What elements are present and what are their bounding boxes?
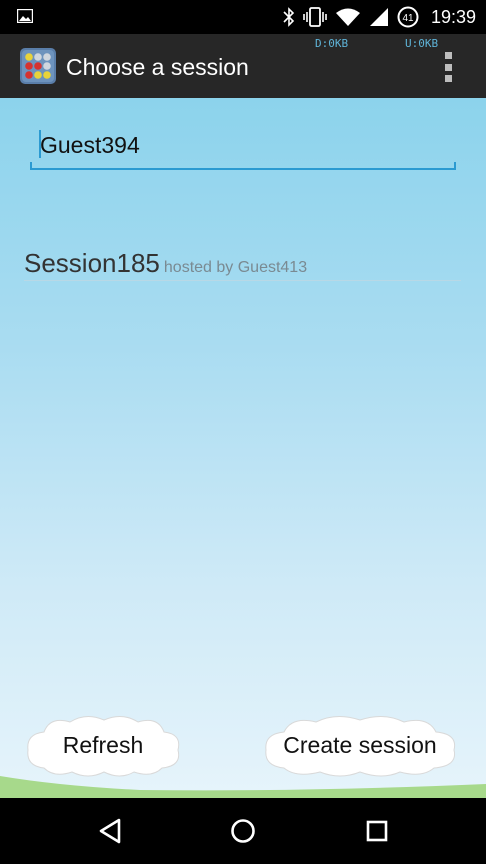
session-list-item[interactable]: Session185 hosted by Guest413	[24, 248, 461, 281]
status-bar: 41 19:39	[0, 0, 486, 34]
battery-level-text: 41	[402, 13, 414, 24]
app-icon[interactable]	[20, 48, 56, 84]
refresh-button-label: Refresh	[62, 731, 144, 758]
page-title: Choose a session	[66, 54, 249, 80]
image-notification-icon	[17, 9, 33, 23]
player-name-value: Guest394	[40, 132, 140, 158]
signal-icon	[369, 8, 388, 26]
recents-icon[interactable]	[362, 816, 392, 846]
bluetooth-icon	[283, 7, 295, 27]
action-bar: Choose a session D:0KB U:0KB	[0, 34, 486, 98]
session-host: hosted by Guest413	[163, 259, 308, 276]
session-name: Session185	[24, 248, 160, 278]
home-icon[interactable]	[228, 816, 258, 846]
create-session-button-label: Create session	[283, 731, 437, 758]
wifi-icon	[335, 8, 360, 26]
status-time: 19:39	[430, 6, 476, 27]
refresh-button[interactable]: Refresh	[24, 712, 182, 778]
navigation-bar	[0, 798, 486, 864]
session-chooser: Guest394 Session185 hosted by Guest413 Re…	[0, 98, 486, 798]
vibrate-icon	[303, 7, 327, 27]
overflow-menu-icon[interactable]	[443, 52, 453, 82]
back-icon[interactable]	[95, 816, 125, 846]
player-name-field[interactable]: Guest394	[30, 126, 456, 170]
create-session-button[interactable]: Create session	[262, 712, 458, 778]
upload-traffic: U:0KB	[405, 37, 439, 50]
battery-icon: 41	[397, 6, 419, 28]
download-traffic: D:0KB	[315, 37, 349, 50]
